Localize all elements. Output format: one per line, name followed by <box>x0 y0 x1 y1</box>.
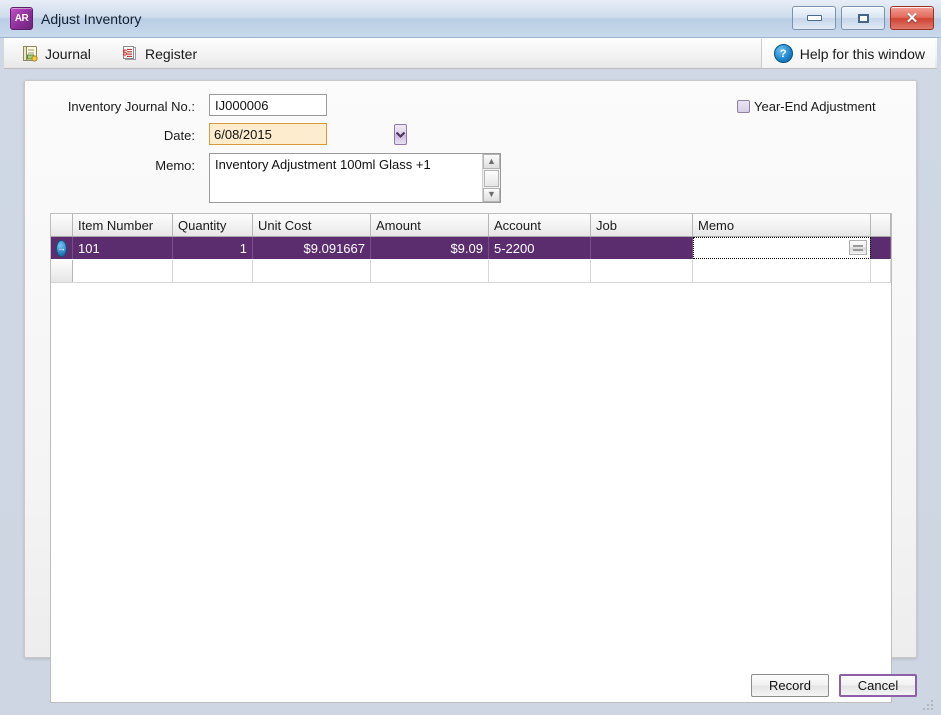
record-button[interactable]: Record <box>751 674 829 697</box>
line-items-grid: Item Number Quantity Unit Cost Amount Accoun… <box>50 213 892 703</box>
memo-scroll-thumb[interactable] <box>484 169 499 187</box>
help-for-this-window-button[interactable]: ? Help for this window <box>760 39 935 68</box>
grid-cell-unit_cost[interactable]: $9.091667 <box>253 237 371 259</box>
memo-scroll-up-button[interactable]: ▲ <box>483 154 500 169</box>
table-row[interactable]: → 101 1 $9.091667 $9.09 5-2200 <box>51 237 891 260</box>
memo-scroll-down-button[interactable]: ▼ <box>483 187 500 202</box>
close-icon: ✕ <box>905 9 919 27</box>
grid-cell-item_number[interactable] <box>73 260 173 282</box>
toolbar-register-button[interactable]: $ Register <box>116 41 202 66</box>
help-question-icon: ? <box>773 44 793 63</box>
app-icon: AR <box>10 7 33 30</box>
window-controls: ✕ <box>792 6 934 30</box>
register-icon: $ <box>121 45 138 62</box>
grid-memo-expand-button[interactable] <box>849 240 867 255</box>
toolbar-register-label: Register <box>145 45 198 62</box>
grid-cell-quantity[interactable]: 1 <box>173 237 253 259</box>
current-row-arrow-icon: → <box>56 239 67 257</box>
memo-textarea[interactable] <box>210 154 482 202</box>
grid-header-memo[interactable]: Memo <box>693 214 871 236</box>
title-bar: AR Adjust Inventory ✕ <box>0 0 941 38</box>
date-dropdown-button[interactable] <box>394 123 407 145</box>
grid-cell-memo-editing[interactable] <box>693 237 871 259</box>
grid-header-indicator[interactable] <box>51 214 73 236</box>
journal-icon <box>21 45 38 62</box>
grid-header-amount[interactable]: Amount <box>371 214 489 236</box>
grid-header-account[interactable]: Account <box>489 214 591 236</box>
grid-header-unit_cost[interactable]: Unit Cost <box>253 214 371 236</box>
memo-scrollbar[interactable]: ▲ ▼ <box>482 154 500 202</box>
grid-cell-amount[interactable]: $9.09 <box>371 237 489 259</box>
minimize-icon <box>806 15 822 21</box>
toolbar: Journal $ Register ? Help for this windo… <box>4 38 937 69</box>
footer-buttons: Record Cancel <box>751 674 917 697</box>
title-bar-left: AR Adjust Inventory <box>10 7 141 30</box>
grid-body: → 101 1 $9.091667 $9.09 5-2200 <box>51 237 891 283</box>
grid-header-row: Item Number Quantity Unit Cost Amount Accoun… <box>51 214 891 237</box>
journal-no-input[interactable] <box>209 94 327 116</box>
chevron-down-icon: ▼ <box>487 189 496 200</box>
toolbar-journal-label: Journal <box>45 45 91 62</box>
date-label: Date: <box>163 128 195 143</box>
maximize-button[interactable] <box>841 6 885 30</box>
grid-header-spare[interactable] <box>871 214 891 236</box>
grid-header-quantity[interactable]: Quantity <box>173 214 253 236</box>
grid-cell-account[interactable]: 5-2200 <box>489 237 591 259</box>
grid-cell-quantity[interactable] <box>173 260 253 282</box>
date-input[interactable] <box>210 124 394 144</box>
chevron-up-icon: ▲ <box>487 155 496 166</box>
year-end-adjustment-label: Year-End Adjustment <box>754 99 876 114</box>
grid-cell-job[interactable] <box>591 260 693 282</box>
date-field[interactable] <box>209 123 407 145</box>
grid-cell-memo[interactable] <box>693 260 871 282</box>
year-end-adjustment-checkbox[interactable]: Year-End Adjustment <box>737 99 876 114</box>
grid-cell-item_number[interactable]: 101 <box>73 237 173 259</box>
grid-header-item_number[interactable]: Item Number <box>73 214 173 236</box>
grid-cell-unit_cost[interactable] <box>253 260 371 282</box>
grid-cell-job[interactable] <box>591 237 693 259</box>
cancel-button[interactable]: Cancel <box>839 674 917 697</box>
toolbar-journal-button[interactable]: Journal <box>16 41 96 66</box>
application-window: AR Adjust Inventory ✕ Journal $ Register… <box>0 0 941 715</box>
window-title: Adjust Inventory <box>41 10 142 27</box>
grid-cell-spare[interactable] <box>871 260 891 282</box>
minimize-button[interactable] <box>792 6 836 30</box>
memo-label: Memo: <box>155 158 195 173</box>
svg-text:$: $ <box>123 49 128 58</box>
close-button[interactable]: ✕ <box>890 6 934 30</box>
table-row[interactable] <box>51 260 891 283</box>
memo-field[interactable]: ▲ ▼ <box>209 153 501 203</box>
grid-cell-amount[interactable] <box>371 260 489 282</box>
checkbox-icon[interactable] <box>737 100 750 113</box>
help-label: Help for this window <box>799 45 925 62</box>
grid-cell-spare[interactable] <box>871 237 891 259</box>
grid-memo-input[interactable] <box>695 238 848 258</box>
form-panel: Inventory Journal No.: Date: Memo: ▲ <box>24 80 917 703</box>
grid-header-job[interactable]: Job <box>591 214 693 236</box>
maximize-icon <box>857 13 869 23</box>
journal-no-label: Inventory Journal No.: <box>67 99 195 114</box>
row-indicator-cell[interactable] <box>51 260 73 282</box>
chevron-down-icon <box>395 131 406 138</box>
grid-cell-account[interactable] <box>489 260 591 282</box>
resize-grip[interactable] <box>923 700 935 712</box>
row-indicator-cell[interactable]: → <box>51 237 73 259</box>
